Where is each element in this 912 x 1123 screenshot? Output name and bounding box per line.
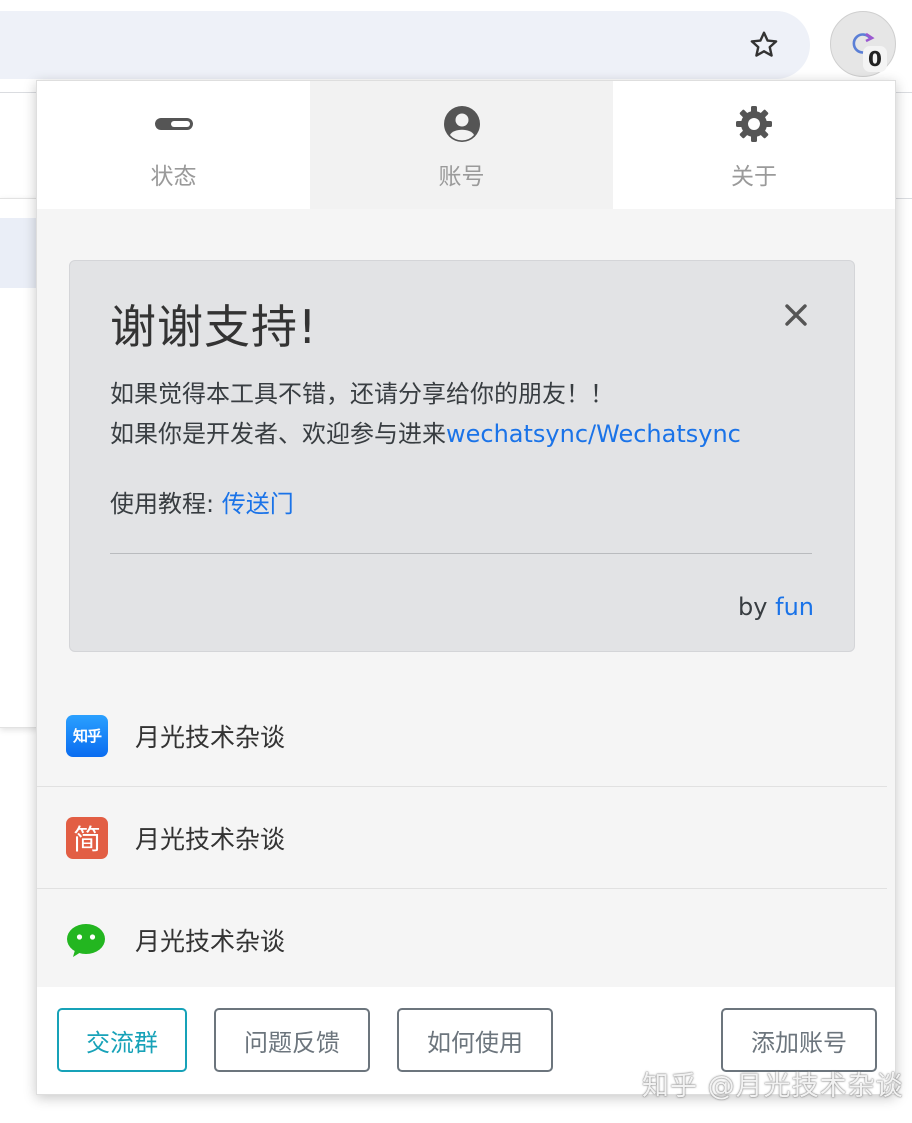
- developer-message: 如果你是开发者、欢迎参与进来wechatsync/Wechatsync: [110, 414, 741, 449]
- tab-about[interactable]: 关于: [613, 81, 895, 209]
- zhihu-icon: 知乎: [66, 714, 108, 757]
- account-item-zhihu[interactable]: 知乎 月光技术杂谈: [37, 685, 887, 786]
- tab-account-label: 账号: [438, 164, 485, 190]
- thanks-alert: 谢谢支持! 如果觉得本工具不错，还请分享给你的朋友！！ 如果你是开发者、欢迎参与…: [69, 260, 855, 652]
- github-repo-link[interactable]: wechatsync/Wechatsync: [446, 420, 741, 448]
- zhihu-watermark: 知乎 @月光技术杂谈: [642, 1071, 904, 1102]
- how-to-use-button[interactable]: 如何使用: [397, 1008, 553, 1072]
- alert-title: 谢谢支持!: [110, 300, 318, 354]
- background-divider: [896, 92, 912, 93]
- byline-prefix: by: [738, 593, 776, 621]
- author-link[interactable]: fun: [775, 593, 814, 621]
- extension-badge-count: 0: [863, 46, 887, 72]
- tutorial-link[interactable]: 传送门: [222, 490, 294, 518]
- tab-about-label: 关于: [731, 164, 777, 190]
- gear-icon: [734, 103, 774, 145]
- author-byline: by fun: [738, 593, 814, 621]
- account-name: 月光技术杂谈: [135, 824, 286, 854]
- feedback-button[interactable]: 问题反馈: [214, 1008, 370, 1072]
- address-bar[interactable]: [0, 11, 810, 79]
- account-name: 月光技术杂谈: [135, 926, 286, 956]
- add-account-button[interactable]: 添加账号: [721, 1008, 877, 1072]
- user-circle-icon: [442, 103, 482, 145]
- extension-popup: 状态 账号 关于 谢谢支持! 如果觉得本工具不错，还请分享给你的朋友！！ 如果你…: [36, 80, 896, 1095]
- tab-status-label: 状态: [150, 164, 197, 190]
- account-item-jianshu[interactable]: 简 月光技术杂谈: [37, 786, 887, 888]
- account-list: 知乎 月光技术杂谈 简 月光技术杂谈 月光技术杂谈: [37, 685, 887, 990]
- tab-account[interactable]: 账号: [310, 81, 613, 209]
- account-name: 月光技术杂谈: [135, 722, 286, 752]
- jianshu-icon: 简: [66, 816, 108, 859]
- wechat-icon: [66, 919, 108, 961]
- tutorial-line: 使用教程: 传送门: [110, 484, 294, 519]
- tutorial-label: 使用教程:: [110, 490, 222, 518]
- tab-status[interactable]: 状态: [37, 81, 310, 209]
- close-icon[interactable]: [778, 297, 814, 333]
- bookmark-star-icon[interactable]: [744, 25, 784, 65]
- account-item-wechat[interactable]: 月光技术杂谈: [37, 888, 887, 990]
- join-group-button[interactable]: 交流群: [57, 1008, 187, 1072]
- background-page-highlight: [0, 218, 36, 288]
- share-message: 如果觉得本工具不错，还请分享给你的朋友！！: [110, 380, 614, 408]
- toggle-icon: [154, 103, 194, 145]
- background-divider: [896, 198, 912, 199]
- wechatsync-extension-button[interactable]: 0: [830, 11, 896, 77]
- developer-message-text: 如果你是开发者、欢迎参与进来: [110, 420, 446, 448]
- alert-divider: [110, 553, 812, 554]
- popup-tabs: 状态 账号 关于: [37, 81, 895, 209]
